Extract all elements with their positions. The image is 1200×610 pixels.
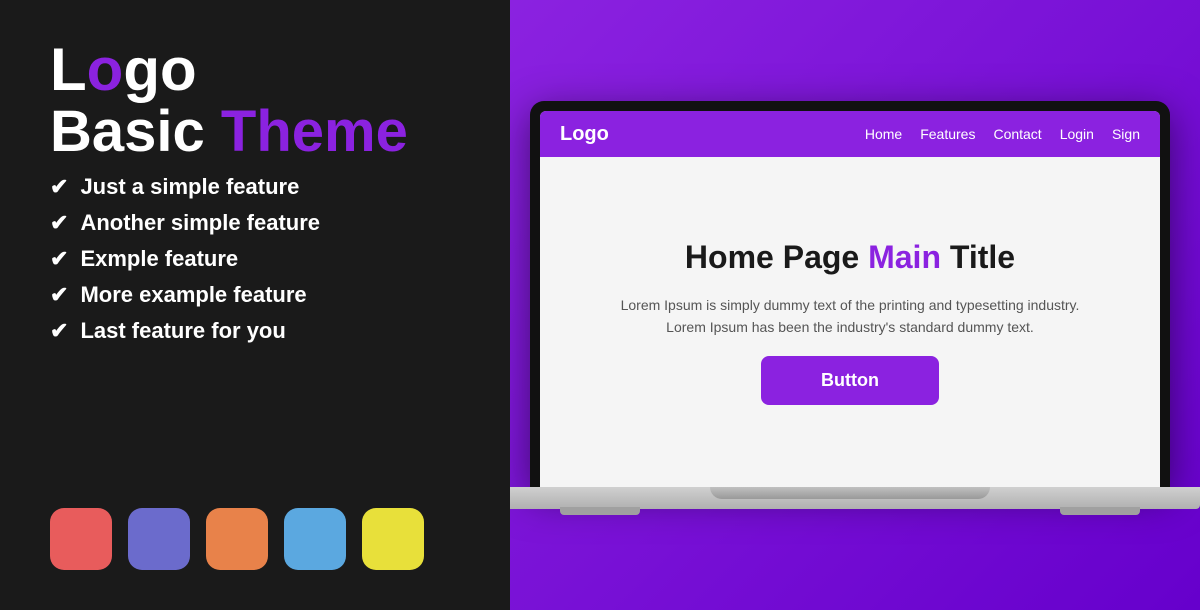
- color-swatches: [50, 508, 460, 570]
- page-title-highlight: Main: [868, 239, 941, 275]
- feature-label: Just a simple feature: [80, 174, 299, 200]
- browser-content: Home Page Main Title Lorem Ipsum is simp…: [540, 157, 1160, 487]
- list-item: ✔ Just a simple feature: [50, 174, 460, 200]
- laptop-base: [510, 487, 1200, 509]
- check-icon: ✔: [50, 282, 68, 308]
- feature-label: Exmple feature: [80, 246, 238, 272]
- swatch-orange[interactable]: [206, 508, 268, 570]
- check-icon: ✔: [50, 174, 68, 200]
- brand-logo: Logo: [50, 40, 460, 100]
- right-panel: Logo Home Features Contact Login Sign Ho…: [510, 0, 1200, 610]
- brand-section: Logo Basic Theme ✔ Just a simple feature…: [50, 40, 460, 344]
- laptop-hinge: [710, 487, 990, 499]
- page-description: Lorem Ipsum is simply dummy text of the …: [621, 294, 1080, 339]
- nav-link-signup[interactable]: Sign: [1112, 126, 1140, 142]
- page-title-end: Title: [941, 239, 1015, 275]
- swatch-yellow[interactable]: [362, 508, 424, 570]
- subtitle-highlight: Theme: [221, 99, 408, 164]
- check-icon: ✔: [50, 318, 68, 344]
- nav-link-login[interactable]: Login: [1060, 126, 1094, 142]
- page-title-plain: Home Page: [685, 239, 868, 275]
- list-item: ✔ Another simple feature: [50, 210, 460, 236]
- list-item: ✔ Last feature for you: [50, 318, 460, 344]
- nav-link-features[interactable]: Features: [920, 126, 975, 142]
- page-title: Home Page Main Title: [685, 239, 1015, 276]
- swatch-purple[interactable]: [128, 508, 190, 570]
- feature-label: More example feature: [80, 282, 306, 308]
- laptop-foot-right: [1060, 507, 1140, 515]
- brand-subtitle: Basic Theme: [50, 100, 460, 164]
- feature-label: Another simple feature: [80, 210, 320, 236]
- nav-link-home[interactable]: Home: [865, 126, 902, 142]
- laptop-screen-outer: Logo Home Features Contact Login Sign Ho…: [530, 101, 1170, 487]
- brand-title: Logo Basic Theme: [50, 40, 460, 164]
- feature-label: Last feature for you: [80, 318, 285, 344]
- nav-link-contact[interactable]: Contact: [993, 126, 1041, 142]
- features-list: ✔ Just a simple feature ✔ Another simple…: [50, 174, 460, 344]
- browser-navbar: Logo Home Features Contact Login Sign: [540, 111, 1160, 157]
- nav-logo: Logo: [560, 123, 609, 146]
- nav-links: Home Features Contact Login Sign: [865, 126, 1140, 142]
- check-icon: ✔: [50, 210, 68, 236]
- left-panel: Logo Basic Theme ✔ Just a simple feature…: [0, 0, 510, 610]
- subtitle-plain: Basic: [50, 99, 221, 164]
- laptop-mockup: Logo Home Features Contact Login Sign Ho…: [510, 101, 1200, 509]
- laptop-foot-left: [560, 507, 640, 515]
- swatch-red[interactable]: [50, 508, 112, 570]
- cta-button[interactable]: Button: [761, 356, 939, 405]
- logo-highlight: o: [87, 36, 124, 103]
- list-item: ✔ More example feature: [50, 282, 460, 308]
- check-icon: ✔: [50, 246, 68, 272]
- swatch-blue[interactable]: [284, 508, 346, 570]
- laptop-screen-inner: Logo Home Features Contact Login Sign Ho…: [540, 111, 1160, 487]
- list-item: ✔ Exmple feature: [50, 246, 460, 272]
